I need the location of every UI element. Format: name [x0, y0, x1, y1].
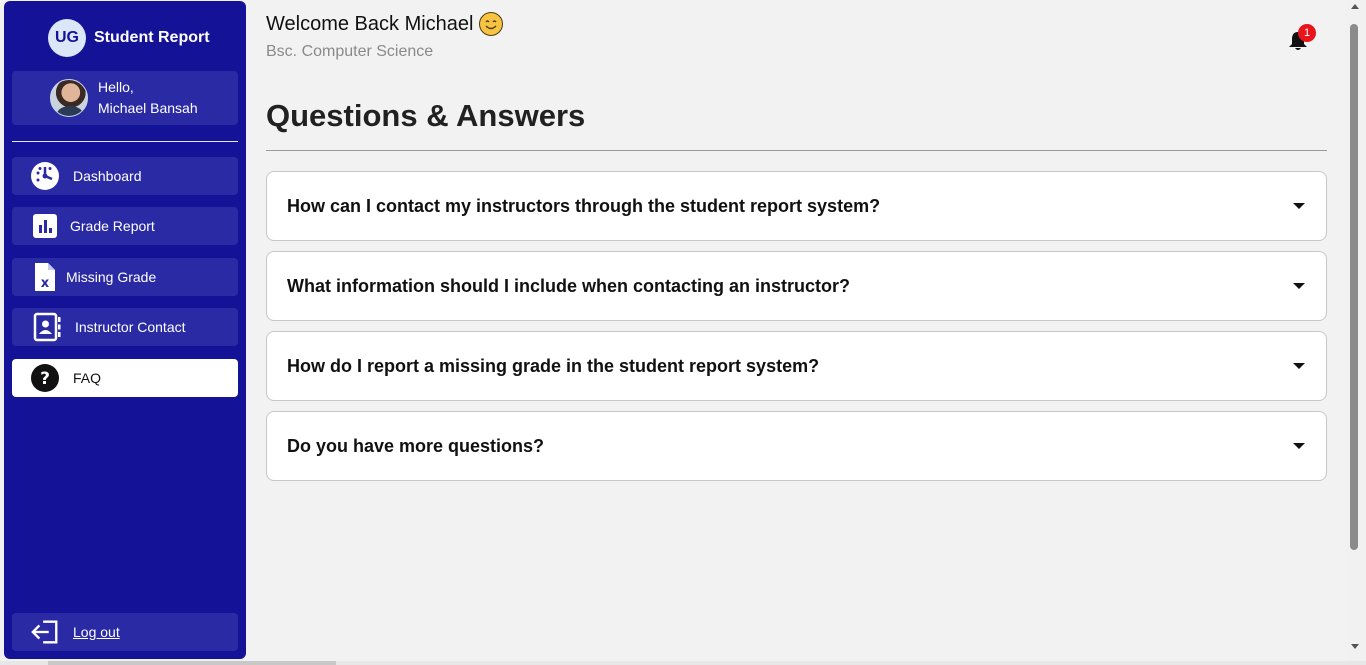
program-subtitle: Bsc. Computer Science: [266, 43, 434, 60]
sidebar-item-label: Instructor Contact: [75, 319, 186, 335]
sidebar-item-label: FAQ: [73, 370, 102, 386]
sidebar-item-label: Grade Report: [70, 218, 155, 234]
scroll-down-arrow-icon[interactable]: [1351, 644, 1359, 649]
dashboard-gauge-icon: [30, 161, 60, 191]
chevron-down-icon[interactable]: [1293, 443, 1305, 449]
chevron-down-icon[interactable]: [1293, 363, 1305, 369]
sidebar-item-label: Missing Grade: [66, 269, 157, 285]
sidebar-item-missing-grade[interactable]: x Missing Grade: [12, 258, 238, 296]
user-card: Hello, Michael Bansah: [12, 71, 238, 125]
contact-book-icon: [32, 312, 62, 342]
sidebar-item-instructor-contact[interactable]: Instructor Contact: [12, 308, 238, 346]
horizontal-scrollbar-thumb[interactable]: [48, 661, 336, 665]
faq-question: How do I report a missing grade in the s…: [287, 355, 820, 376]
faq-question: What information should I include when c…: [287, 275, 851, 296]
bar-chart-icon: [30, 211, 60, 241]
logout-button[interactable]: Log out: [12, 613, 238, 651]
avatar: [50, 79, 88, 117]
chevron-down-icon[interactable]: [1293, 283, 1305, 289]
faq-item[interactable]: How can I contact my instructors through…: [266, 171, 1327, 241]
faq-question: How can I contact my instructors through…: [287, 195, 881, 216]
logout-label[interactable]: Log out: [73, 624, 120, 640]
sidebar-item-grade-report[interactable]: Grade Report: [12, 207, 238, 245]
chevron-down-icon[interactable]: [1293, 203, 1305, 209]
title-divider: [266, 150, 1327, 151]
sidebar-item-label: Dashboard: [73, 168, 142, 184]
faq-question: Do you have more questions?: [287, 435, 545, 456]
faq-item[interactable]: How do I report a missing grade in the s…: [266, 331, 1327, 401]
svg-text:?: ?: [40, 369, 50, 389]
welcome-heading: Welcome Back Michael: [266, 12, 504, 36]
user-name: Michael Bansah: [98, 100, 198, 116]
brand-logo: UG: [48, 19, 86, 57]
scroll-up-arrow-icon[interactable]: [1351, 4, 1359, 9]
scrollbar-thumb[interactable]: [1350, 24, 1358, 550]
sidebar-item-dashboard[interactable]: Dashboard: [12, 157, 238, 195]
faq-item[interactable]: Do you have more questions?: [266, 411, 1327, 481]
question-circle-icon: ?: [30, 363, 60, 393]
logout-arrow-icon: [30, 617, 60, 647]
sidebar-divider: [12, 141, 238, 142]
sidebar: UG Student Report Hello, Michael Bansah …: [4, 1, 246, 659]
brand-name: Student Report: [94, 29, 210, 46]
smiley-emoji-icon: [479, 12, 504, 36]
svg-text:x: x: [41, 276, 50, 291]
page-title: Questions & Answers: [266, 98, 586, 133]
brand[interactable]: UG Student Report: [48, 19, 210, 57]
sidebar-item-faq[interactable]: ? FAQ: [12, 359, 238, 397]
notification-badge: 1: [1298, 24, 1316, 42]
faq-item[interactable]: What information should I include when c…: [266, 251, 1327, 321]
user-greeting: Hello,: [98, 79, 134, 95]
file-x-icon: x: [30, 262, 60, 292]
